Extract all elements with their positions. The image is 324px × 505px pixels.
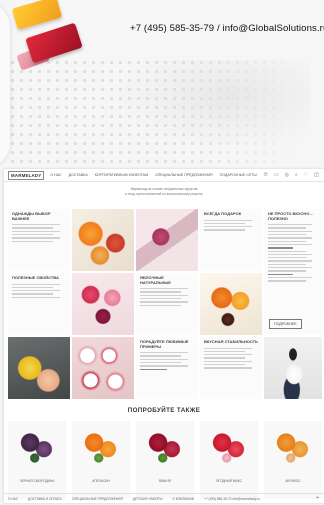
- gift-box-photo: [8, 337, 70, 399]
- product-image[interactable]: [206, 425, 252, 469]
- orange-marmalade-photo: [72, 209, 134, 271]
- site-navbar: MARMELADY О НАС ДОСТАВКА КОРПОРАТИВНЫМ К…: [4, 169, 324, 182]
- feature-gift-title: ВСЕГДА ПОДАРОК: [204, 211, 242, 216]
- header-banner: +7 (495) 585-35-79 / info@GlobalSolution…: [0, 0, 324, 168]
- marmalade-circles-photo: [72, 337, 134, 399]
- feature-quality: ВКУСНАЯ СТАБИЛЬНОСТЬ: [200, 337, 262, 399]
- cart-icon[interactable]: ▭: [274, 172, 279, 178]
- site-footer: О НАС ДОСТАВКА И ОПЛАТА СПЕЦИАЛЬНЫЕ ПРЕД…: [4, 493, 324, 503]
- scroll-up-icon[interactable]: ⌃: [315, 496, 320, 503]
- side-panel-tab[interactable]: [0, 0, 10, 168]
- bag-icon[interactable]: ◫: [314, 172, 319, 178]
- feature-healthy-title: НЕ ПРОСТО ВКУСНО – ПОЛЕЗНО: [268, 211, 313, 221]
- nav-link-gift-sets[interactable]: ПОДАРОЧНЫЕ СЕТЫ: [220, 173, 257, 177]
- nav-link-delivery[interactable]: ДОСТАВКА: [69, 173, 88, 177]
- product-card[interactable]: АПЕЛЬСИН: [72, 421, 130, 499]
- yellow-marmalade-image: [11, 0, 63, 30]
- nav-link-offers[interactable]: СПЕЦИАЛЬНЫЕ ПРЕДЛОЖЕНИЯ: [155, 173, 213, 177]
- feature-useful: ПОЛЕЗНЫЕ СВОЙСТВА: [8, 273, 70, 335]
- product-image[interactable]: [14, 425, 60, 469]
- website-preview: MARMELADY О НАС ДОСТАВКА КОРПОРАТИВНЫМ К…: [4, 169, 324, 503]
- feature-natural: ЯБЛОЧНЫЕ НАТУРАЛЬНЫЕ: [136, 273, 198, 335]
- more-button[interactable]: ПОДРОБНЕЕ: [269, 319, 302, 329]
- product-name[interactable]: ЯГОДНЫЙ МИКС: [200, 479, 258, 483]
- feature-fruit-title: ПОРАДУЙТЕ ЛЮБИМЫЕ ПРИМЕРЫ: [140, 339, 189, 349]
- feature-choice-title: ОДНАЖДЫ ВЫБОР ВАЖНЕЕ: [12, 211, 51, 221]
- feature-natural-title: ЯБЛОЧНЫЕ НАТУРАЛЬНЫЕ: [140, 275, 171, 285]
- nav-icons: ✆ ▭ ◎ ⌕ ♡ ◫: [264, 172, 319, 178]
- product-card[interactable]: АБРИКОС: [264, 421, 322, 499]
- feature-healthy: НЕ ПРОСТО ВКУСНО – ПОЛЕЗНО ПОДРОБНЕЕ: [264, 209, 322, 334]
- feature-fruit: ПОРАДУЙТЕ ЛЮБИМЫЕ ПРИМЕРЫ: [136, 337, 198, 399]
- footer-link-delivery[interactable]: ДОСТАВКА И ОПЛАТА: [28, 497, 62, 501]
- heart-icon[interactable]: ♡: [304, 172, 308, 178]
- footer-link-offers[interactable]: СПЕЦИАЛЬНЫЕ ПРЕДЛОЖЕНИЯ: [72, 497, 123, 501]
- feature-useful-title: ПОЛЕЗНЫЕ СВОЙСТВА: [12, 275, 59, 280]
- site-subtitle: Мармелад на основе натуральных фруктов и…: [4, 187, 324, 196]
- page: +7 (495) 585-35-79 / info@GlobalSolution…: [0, 0, 324, 505]
- product-name[interactable]: ЧЕРНАЯ СМОРОДИНА: [8, 479, 66, 483]
- nav-link-about[interactable]: О НАС: [50, 173, 61, 177]
- product-card[interactable]: ЯГОДНЫЙ МИКС: [200, 421, 258, 499]
- try-also-title: ПОПРОБУЙТЕ ТАКЖЕ: [127, 407, 201, 414]
- contact-info[interactable]: +7 (495) 585-35-79 / info@GlobalSolution…: [130, 23, 324, 34]
- product-name[interactable]: АПЕЛЬСИН: [72, 479, 130, 483]
- nav-link-corporate[interactable]: КОРПОРАТИВНЫМ КЛИЕНТАМ: [95, 173, 148, 177]
- feature-quality-title: ВКУСНАЯ СТАБИЛЬНОСТЬ: [204, 339, 258, 344]
- product-card[interactable]: ВИШНЯ: [136, 421, 194, 499]
- pink-marmalade-photo: [72, 273, 134, 335]
- feature-gift: ВСЕГДА ПОДАРОК: [200, 209, 262, 271]
- site-logo[interactable]: MARMELADY: [8, 170, 45, 180]
- product-name[interactable]: ВИШНЯ: [136, 479, 194, 483]
- footer-link-kids[interactable]: ДЕТСКИЕ НАБОРЫ: [133, 497, 163, 501]
- product-image[interactable]: [78, 425, 124, 469]
- user-icon[interactable]: ◎: [285, 172, 289, 178]
- footer-link-about[interactable]: О НАС: [8, 497, 18, 501]
- subtitle-line-2: и ягод, приготовленный по классическому …: [125, 191, 203, 196]
- product-card[interactable]: ЧЕРНАЯ СМОРОДИНА: [8, 421, 66, 499]
- marmalade-tiles-photo: [136, 209, 198, 271]
- person-photo: [264, 337, 322, 399]
- feature-choice: ОДНАЖДЫ ВЫБОР ВАЖНЕЕ: [8, 209, 70, 271]
- nav-links: О НАС ДОСТАВКА КОРПОРАТИВНЫМ КЛИЕНТАМ СП…: [50, 173, 256, 177]
- phone-icon[interactable]: ✆: [264, 172, 268, 178]
- product-image[interactable]: [270, 425, 316, 469]
- footer-link-company[interactable]: О КОМПАНИИ: [172, 497, 194, 501]
- product-image[interactable]: [142, 425, 188, 469]
- orange-jelly-photo: [200, 273, 262, 335]
- dotted-world-map: [8, 58, 308, 166]
- product-name[interactable]: АБРИКОС: [264, 479, 322, 483]
- footer-contacts[interactable]: +7 (495) 585-35-79 info@marmelady.ru: [204, 497, 260, 501]
- search-icon[interactable]: ⌕: [295, 172, 298, 178]
